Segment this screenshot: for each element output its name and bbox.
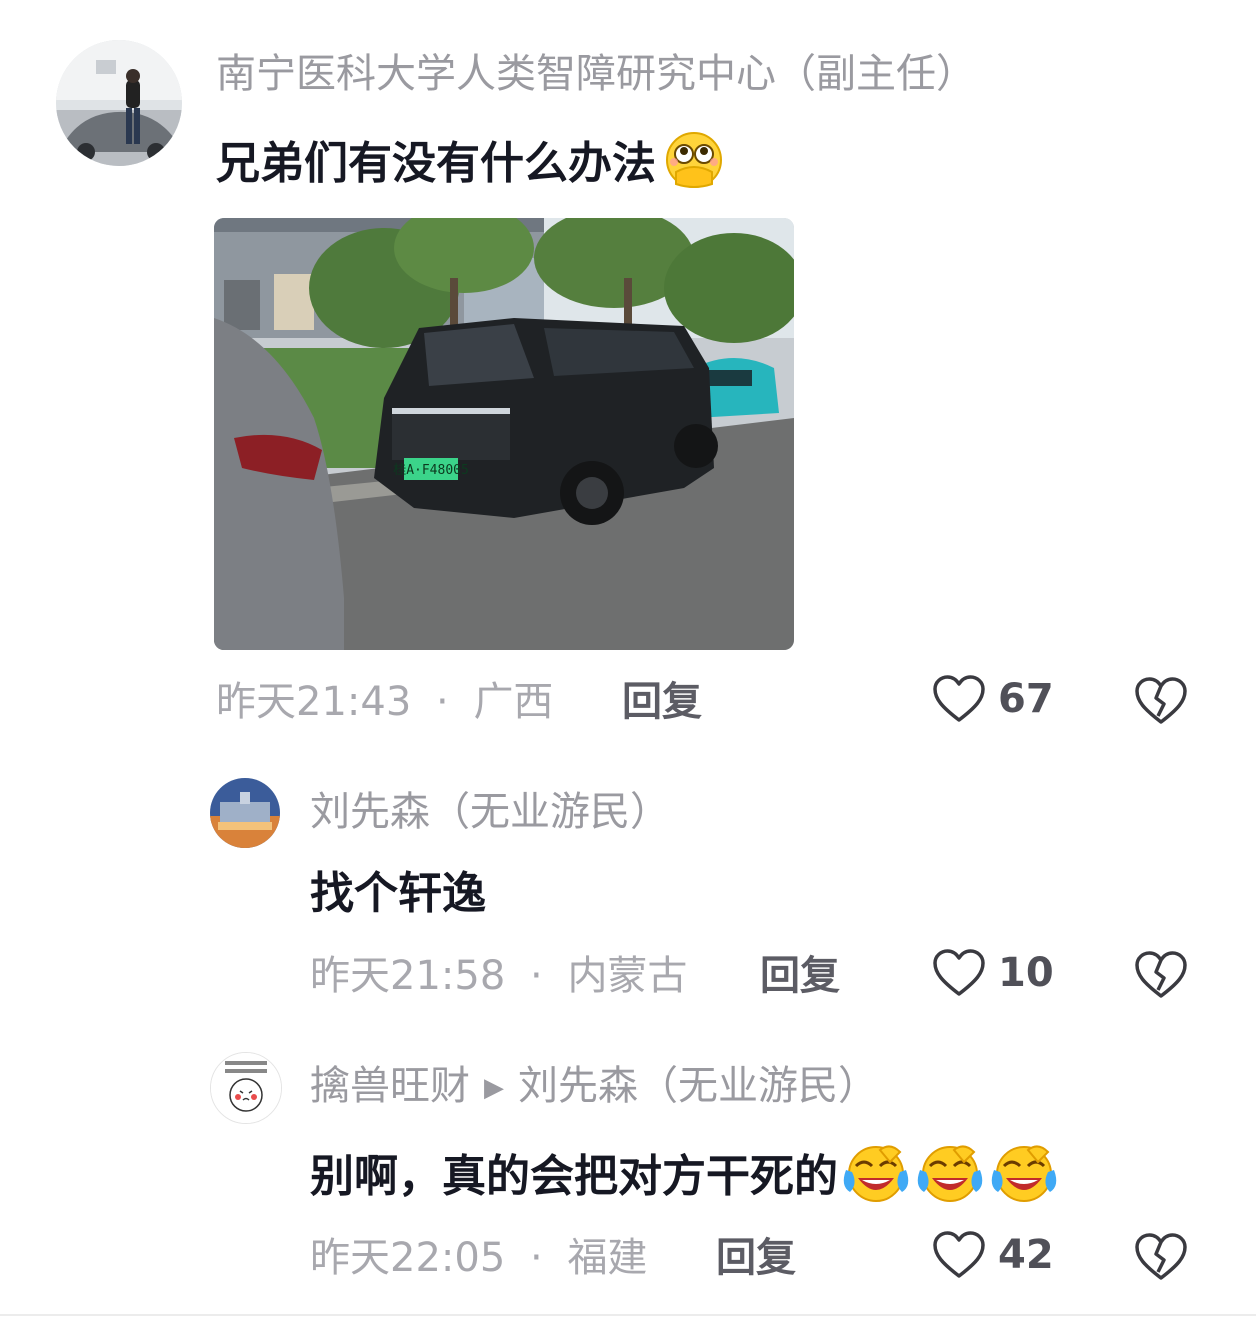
broken-heart-icon[interactable]: [1134, 1232, 1188, 1282]
comment-meta: 昨天21:58 · 内蒙古: [310, 952, 687, 1000]
comment-location: 福建: [567, 1235, 648, 1281]
like-button[interactable]: 42: [932, 1230, 1054, 1280]
license-plate: 桂A·F48005: [393, 463, 469, 478]
comment-text: 兄弟们有没有什么办法: [216, 128, 730, 204]
comment-time: 昨天21:58: [310, 953, 506, 999]
username[interactable]: 南宁医科大学人类智障研究中心（副主任）: [216, 50, 976, 98]
comment-text: 别啊，真的会把对方干死的: [310, 1140, 1060, 1218]
divider: [0, 1314, 1256, 1316]
meta-separator: ·: [530, 953, 543, 999]
broken-heart-icon[interactable]: [1134, 676, 1188, 726]
triangle-right-icon: ▶: [484, 1073, 504, 1103]
comment-photo[interactable]: 桂A·F48005: [214, 218, 794, 650]
reply-to-username[interactable]: 刘先森（无业游民）: [518, 1063, 878, 1109]
meta-separator: ·: [530, 1235, 543, 1281]
comment-text: 找个轩逸: [310, 868, 486, 919]
comment-meta: 昨天22:05 · 福建: [310, 1234, 647, 1282]
comment-location: 广西: [473, 679, 554, 725]
username[interactable]: 刘先森（无业游民）: [310, 788, 670, 836]
heart-icon: [933, 1231, 985, 1278]
comment-location: 内蒙古: [567, 953, 688, 999]
face-peeking-icon: [658, 128, 730, 204]
avatar[interactable]: [210, 778, 280, 848]
comment-text-body: 别啊，真的会把对方干死的: [310, 1151, 838, 1202]
username-line: 擒兽旺财 ▶ 刘先森（无业游民）: [310, 1062, 878, 1112]
like-button[interactable]: 10: [932, 948, 1054, 998]
broken-heart-icon[interactable]: [1134, 950, 1188, 1000]
avatar[interactable]: [56, 40, 182, 166]
avatar[interactable]: [210, 1052, 282, 1124]
heart-icon: [933, 949, 985, 996]
laughing-crying-icon: [988, 1140, 1060, 1218]
reply-button[interactable]: 回复: [760, 952, 840, 1000]
laughing-crying-icon: [840, 1140, 912, 1218]
comment-text-body: 兄弟们有没有什么办法: [216, 138, 656, 189]
reply-button[interactable]: 回复: [716, 1234, 796, 1282]
heart-icon: [933, 675, 985, 722]
like-button[interactable]: 67: [932, 674, 1054, 724]
comment-time: 昨天21:43: [216, 679, 412, 725]
reply-button[interactable]: 回复: [622, 678, 702, 726]
meta-separator: ·: [436, 679, 449, 725]
like-count: 67: [998, 676, 1054, 722]
comment-time: 昨天22:05: [310, 1235, 506, 1281]
like-count: 42: [998, 1232, 1054, 1278]
comment-meta: 昨天21:43 · 广西: [216, 678, 553, 726]
username[interactable]: 擒兽旺财: [310, 1063, 470, 1109]
laughing-crying-icon: [914, 1140, 986, 1218]
like-count: 10: [998, 950, 1054, 996]
